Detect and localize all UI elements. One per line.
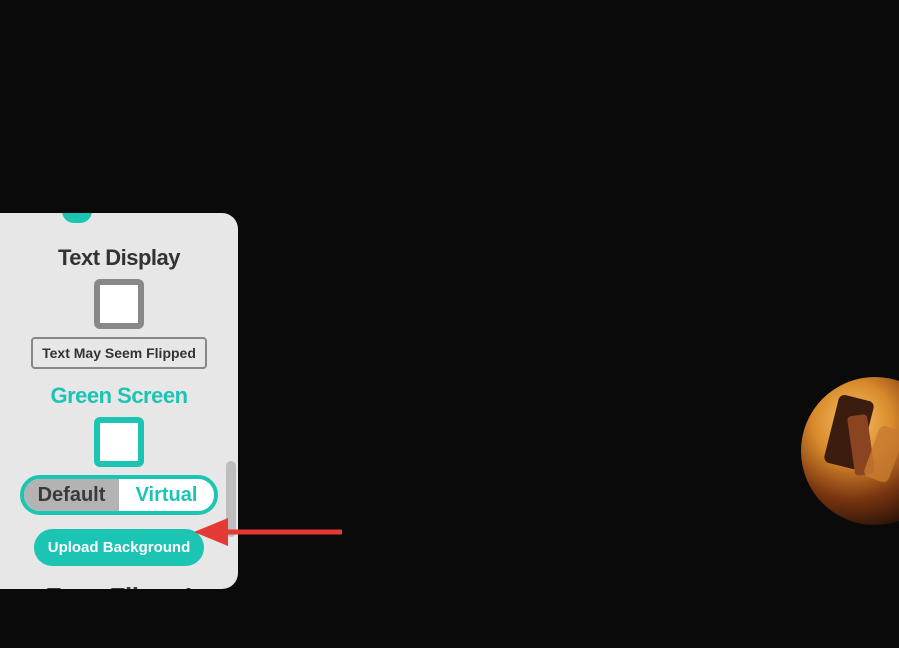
green-screen-checkbox[interactable] — [94, 417, 144, 467]
green-screen-title: Green Screen — [18, 383, 220, 409]
segment-virtual[interactable]: Virtual — [119, 479, 214, 511]
upload-background-button[interactable]: Upload Background — [34, 529, 205, 566]
text-display-checkbox-wrap — [18, 279, 220, 329]
green-screen-segmented: Default Virtual — [20, 475, 218, 515]
user-avatar[interactable] — [801, 377, 899, 525]
green-screen-checkbox-wrap — [18, 417, 220, 467]
toggle-sliver — [62, 213, 92, 223]
text-display-title: Text Display — [18, 245, 220, 271]
text-display-checkbox[interactable] — [94, 279, 144, 329]
panel-scrollbar[interactable] — [226, 461, 236, 537]
face-filters-title: Face Filters! — [18, 582, 220, 589]
settings-panel: Text Display Text May Seem Flipped Green… — [0, 213, 238, 589]
segment-default[interactable]: Default — [24, 479, 119, 511]
text-flipped-chip: Text May Seem Flipped — [31, 337, 207, 369]
